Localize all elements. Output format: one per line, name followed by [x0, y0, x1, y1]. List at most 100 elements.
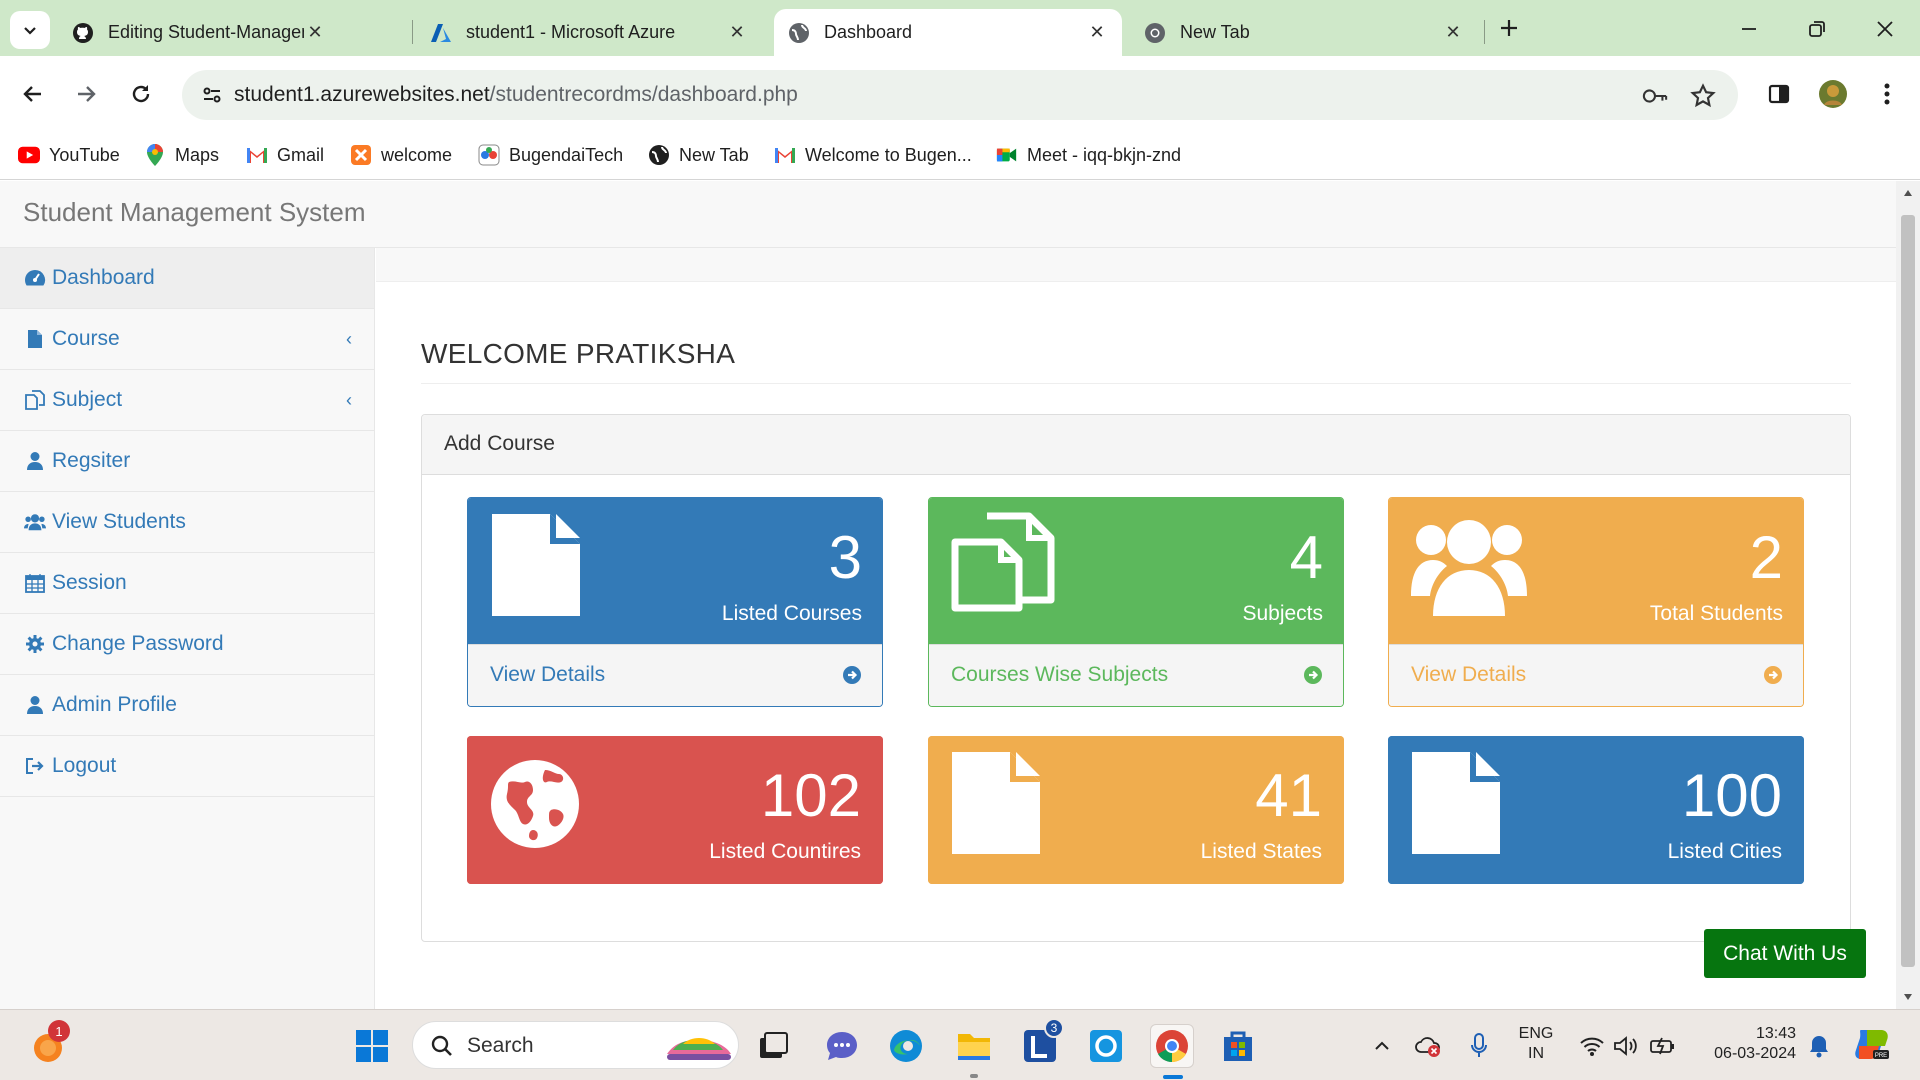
sidebar-item-dashboard[interactable]: Dashboard	[0, 248, 374, 309]
tab-title: Editing Student-Management-	[108, 22, 304, 42]
sidebar-item-label: Change Password	[52, 632, 224, 655]
tab-azure[interactable]: student1 - Microsoft Azure ✕	[416, 9, 762, 56]
youtube-icon	[18, 144, 40, 166]
edge-button[interactable]	[884, 1024, 928, 1068]
restore-button[interactable]	[1802, 14, 1832, 44]
file-explorer-button[interactable]	[952, 1024, 996, 1078]
search-placeholder: Search	[467, 1034, 534, 1057]
chevron-left-icon: ‹	[346, 390, 352, 410]
wifi-tray[interactable]	[1578, 1032, 1606, 1060]
sidebar-item-label: Course	[52, 327, 120, 350]
scroll-down-icon[interactable]	[1902, 991, 1914, 1003]
card-count: 41	[1255, 762, 1322, 829]
brand-title[interactable]: Student Management System	[23, 197, 366, 228]
teams-chat-button[interactable]	[820, 1024, 864, 1068]
tab-search-button[interactable]	[10, 11, 50, 49]
tab-new-tab[interactable]: New Tab ✕	[1130, 9, 1478, 56]
close-icon	[1877, 21, 1893, 37]
scroll-up-icon[interactable]	[1902, 187, 1914, 199]
task-view-button[interactable]	[752, 1024, 796, 1068]
site-info-icon[interactable]	[194, 77, 230, 113]
file-icon	[24, 328, 46, 350]
view-details-link[interactable]: View Details	[468, 644, 882, 706]
sidebar-item-change-password[interactable]: Change Password	[0, 614, 374, 675]
bookmark-new-tab[interactable]: New Tab	[648, 140, 749, 170]
copilot-button[interactable]: PRE	[1852, 1026, 1892, 1062]
back-button[interactable]	[14, 75, 52, 113]
scroll-thumb[interactable]	[1901, 215, 1915, 967]
battery-tray[interactable]	[1648, 1032, 1678, 1060]
side-panel-icon[interactable]	[1762, 77, 1796, 111]
bookmark-bugendaitech[interactable]: BugendaiTech	[478, 140, 623, 170]
notifications-button[interactable]	[1806, 1032, 1832, 1060]
new-tab-button[interactable]	[1494, 13, 1524, 43]
url-text: student1.azurewebsites.net/studentrecord…	[234, 83, 798, 107]
card-count: 100	[1681, 762, 1782, 829]
url-host: student1.azurewebsites.net	[234, 83, 490, 106]
password-key-icon[interactable]	[1642, 83, 1668, 109]
battery-charging-icon	[1650, 1037, 1674, 1055]
edge-icon	[890, 1030, 922, 1062]
close-window-button[interactable]	[1870, 14, 1900, 44]
minimize-button[interactable]	[1734, 14, 1764, 44]
taskbar-search[interactable]: Search	[412, 1021, 739, 1069]
view-details-link[interactable]: View Details	[1389, 644, 1803, 706]
close-tab-icon[interactable]: ✕	[726, 22, 748, 43]
panel-title: Add Course	[444, 432, 555, 455]
bookmark-gmail[interactable]: Gmail	[246, 140, 324, 170]
search-highlight-icon	[667, 1038, 731, 1060]
azure-icon	[430, 22, 452, 44]
browser-menu-icon[interactable]	[1870, 77, 1904, 111]
sidebar-item-session[interactable]: Session	[0, 553, 374, 614]
bookmark-meet[interactable]: Meet - iqq-bkjn-znd	[996, 140, 1181, 170]
onedrive-tray[interactable]	[1414, 1032, 1444, 1060]
tab-github[interactable]: Editing Student-Management- ✕	[58, 9, 340, 56]
bell-icon	[1810, 1036, 1828, 1058]
plus-icon	[1501, 20, 1517, 36]
store-button[interactable]	[1216, 1024, 1260, 1068]
bookmark-maps[interactable]: Maps	[144, 140, 219, 170]
start-button[interactable]	[350, 1024, 394, 1068]
bookmark-youtube[interactable]: YouTube	[18, 140, 120, 170]
volume-tray[interactable]	[1612, 1032, 1640, 1060]
tab-dashboard[interactable]: Dashboard ✕	[774, 9, 1122, 56]
bookmark-label: BugendaiTech	[509, 144, 624, 165]
file-icon	[492, 514, 580, 616]
close-tab-icon[interactable]: ✕	[1442, 22, 1464, 43]
language-indicator[interactable]: ENG IN	[1516, 1024, 1556, 1064]
notification-app-button[interactable]: 1	[26, 1020, 70, 1068]
sidebar-item-register[interactable]: Regsiter	[0, 431, 374, 492]
system-clock[interactable]: 13:43 06-03-2024	[1700, 1024, 1796, 1064]
sidebar-item-label: Admin Profile	[52, 693, 177, 716]
close-tab-icon[interactable]: ✕	[1086, 22, 1108, 43]
cortana-button[interactable]	[1084, 1024, 1128, 1068]
arrow-left-icon	[23, 86, 41, 102]
reload-button[interactable]	[122, 75, 160, 113]
sidebar-item-admin-profile[interactable]: Admin Profile	[0, 675, 374, 736]
clock-date: 06-03-2024	[1714, 1045, 1796, 1062]
sidebar-item-subject[interactable]: Subject ‹	[0, 370, 374, 431]
show-hidden-icons[interactable]	[1370, 1032, 1394, 1060]
sidebar-item-view-students[interactable]: View Students	[0, 492, 374, 553]
microphone-icon	[1471, 1033, 1487, 1057]
bookmark-welcome[interactable]: welcome	[350, 140, 452, 170]
bookmark-label: Maps	[175, 144, 220, 165]
page-title: WELCOME PRATIKSHA	[421, 338, 736, 369]
sidebar-item-logout[interactable]: Logout	[0, 736, 374, 797]
bookmark-star-icon[interactable]	[1690, 83, 1716, 109]
close-tab-icon[interactable]: ✕	[304, 22, 326, 43]
microphone-tray[interactable]	[1466, 1032, 1492, 1060]
lens-app-button[interactable]: 3	[1018, 1018, 1064, 1068]
card-label: Listed Countires	[709, 840, 861, 863]
chat-with-us-button[interactable]: Chat With Us	[1704, 929, 1866, 978]
page-scrollbar[interactable]	[1896, 181, 1920, 1009]
forward-button[interactable]	[67, 75, 105, 113]
bookmark-welcome-bugendai[interactable]: Welcome to Bugen...	[774, 140, 972, 170]
sidebar-item-course[interactable]: Course ‹	[0, 309, 374, 370]
courses-wise-subjects-link[interactable]: Courses Wise Subjects	[929, 644, 1343, 706]
user-icon	[24, 450, 46, 472]
panel-heading: Add Course	[422, 415, 1850, 475]
address-bar[interactable]: student1.azurewebsites.net/studentrecord…	[182, 70, 1738, 120]
profile-avatar[interactable]	[1816, 77, 1850, 111]
chrome-taskbar-button[interactable]	[1150, 1024, 1194, 1079]
